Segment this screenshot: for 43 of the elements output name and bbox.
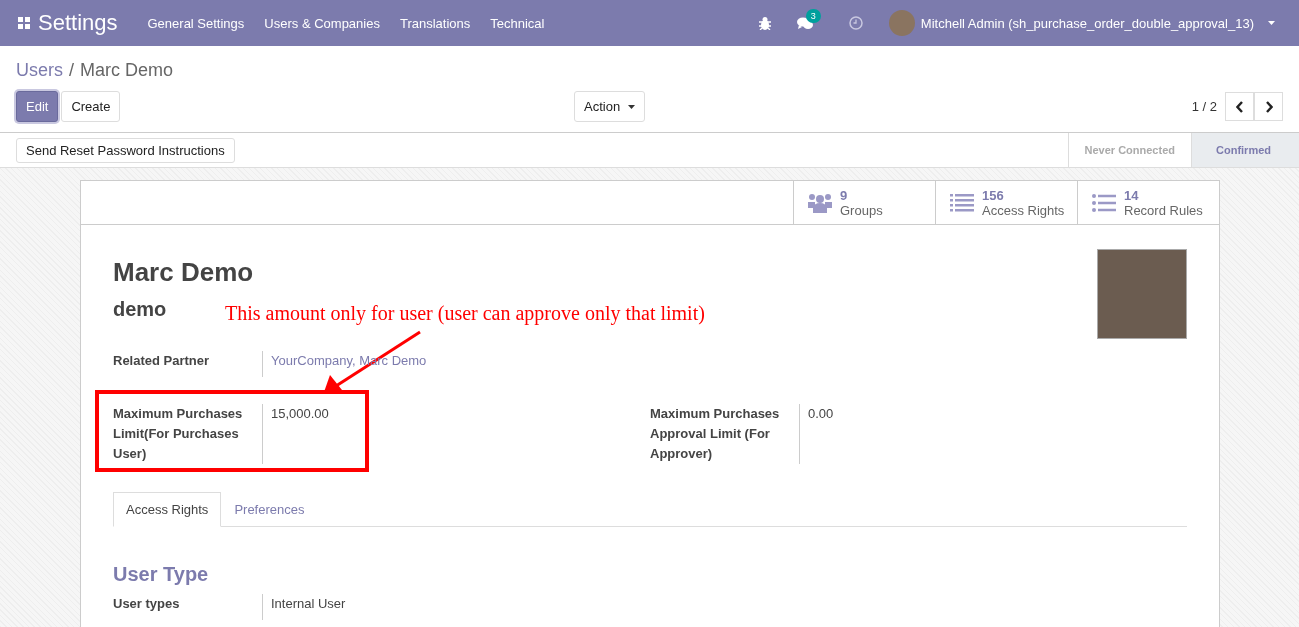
field-label: Maximum Purchases Approval Limit (For Approver) bbox=[650, 405, 781, 463]
breadcrumb-current: Marc Demo bbox=[80, 60, 174, 81]
create-button[interactable]: Create bbox=[61, 91, 121, 122]
user-menu[interactable]: Mitchell Admin (sh_purchase_order_double_approval_13) bbox=[888, 10, 1283, 36]
bug-icon[interactable] bbox=[758, 16, 771, 30]
annotation-text: This amount only for user (user can approve only that limit) bbox=[225, 302, 705, 325]
menu-item[interactable]: General Settings bbox=[147, 15, 245, 31]
breadcrumb-separator: / bbox=[69, 60, 75, 81]
next-button[interactable] bbox=[1254, 92, 1283, 121]
tab[interactable]: Preferences bbox=[221, 492, 318, 527]
caret-icon bbox=[628, 104, 636, 109]
apps-grid-icon[interactable] bbox=[18, 17, 30, 29]
app-title: Settings bbox=[38, 10, 118, 36]
chevron-left-icon bbox=[1235, 100, 1244, 113]
menu-item[interactable]: Users & Companies bbox=[264, 15, 380, 31]
user-avatar bbox=[888, 10, 915, 36]
caret-icon bbox=[1268, 21, 1275, 25]
user-name: Mitchell Admin (sh_purchase_order_double_approval_13) bbox=[920, 15, 1254, 31]
tab[interactable]: Access Rights bbox=[113, 492, 222, 527]
previous-button[interactable] bbox=[1225, 92, 1254, 121]
field-value: 15,000.00 bbox=[262, 404, 329, 464]
pager-value: 1 / 2 bbox=[1191, 99, 1217, 114]
message-count-badge: 3 bbox=[805, 8, 821, 23]
edit-button[interactable]: Edit bbox=[16, 91, 59, 122]
action-dropdown[interactable]: Action bbox=[574, 91, 646, 122]
menu-item[interactable]: Translations bbox=[399, 15, 471, 31]
field-label: Maximum Purchases Limit(For Purchases User) bbox=[113, 405, 244, 463]
breadcrumb-link[interactable]: Users bbox=[16, 60, 63, 81]
status-stage: Confirmed bbox=[1191, 133, 1299, 167]
login-name: demo bbox=[113, 298, 167, 321]
field-label: User types bbox=[113, 595, 181, 613]
reset-password-button[interactable]: Send Reset Password Instructions bbox=[16, 137, 235, 163]
user-name-title: Marc Demo bbox=[113, 257, 254, 288]
chevron-right-icon bbox=[1264, 100, 1273, 113]
bullet-list-icon bbox=[1092, 192, 1116, 213]
menu-item[interactable]: Technical bbox=[490, 15, 545, 31]
clock-icon[interactable] bbox=[848, 16, 863, 30]
field-label: Related Partner bbox=[113, 352, 211, 370]
field-value: 0.00 bbox=[799, 404, 834, 464]
list-icon bbox=[950, 192, 974, 213]
people-icon bbox=[808, 192, 832, 213]
field-value: Internal User bbox=[262, 594, 346, 620]
section-title: User Type bbox=[113, 563, 210, 586]
